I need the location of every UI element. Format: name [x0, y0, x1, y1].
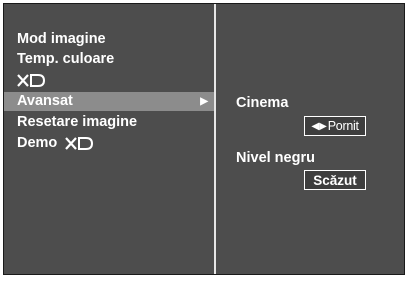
osd-menu-panel: Mod imagine Temp. culoare Avansat ▶ Rese…: [3, 3, 405, 275]
menu-item-label: Demo: [17, 135, 58, 151]
menu-item-temp-culoare[interactable]: Temp. culoare: [4, 50, 214, 69]
menu-item-xd[interactable]: [4, 71, 214, 90]
menu-item-resetare-imagine[interactable]: Resetare imagine: [4, 113, 214, 132]
submenu-avansat: Cinema ◀▶ Pornit Nivel negru Scăzut: [216, 4, 404, 274]
menu-item-avansat[interactable]: Avansat ▶: [4, 92, 214, 111]
menu-item-mod-imagine[interactable]: Mod imagine: [4, 30, 214, 49]
menu-item-demo-xd[interactable]: Demo: [4, 134, 214, 153]
black-level-value-selector[interactable]: Scăzut: [304, 170, 366, 190]
xd-logo: [17, 73, 45, 87]
menu-item-label: Mod imagine: [17, 31, 106, 47]
menu-item-label: Temp. culoare: [17, 51, 115, 67]
triangle-right-icon: ▶: [200, 96, 208, 107]
black-level-value: Scăzut: [313, 172, 357, 188]
cinema-value-selector[interactable]: ◀▶ Pornit: [304, 116, 366, 136]
menu-item-label: Avansat: [17, 93, 73, 109]
cinema-label: Cinema: [236, 95, 289, 111]
cinema-value: Pornit: [327, 119, 359, 133]
main-menu: Mod imagine Temp. culoare Avansat ▶ Rese…: [4, 4, 214, 274]
left-right-arrows-icon: ◀▶: [311, 120, 327, 132]
xd-logo: [65, 136, 94, 150]
menu-item-label: Resetare imagine: [17, 114, 138, 130]
black-level-label: Nivel negru: [236, 150, 315, 166]
